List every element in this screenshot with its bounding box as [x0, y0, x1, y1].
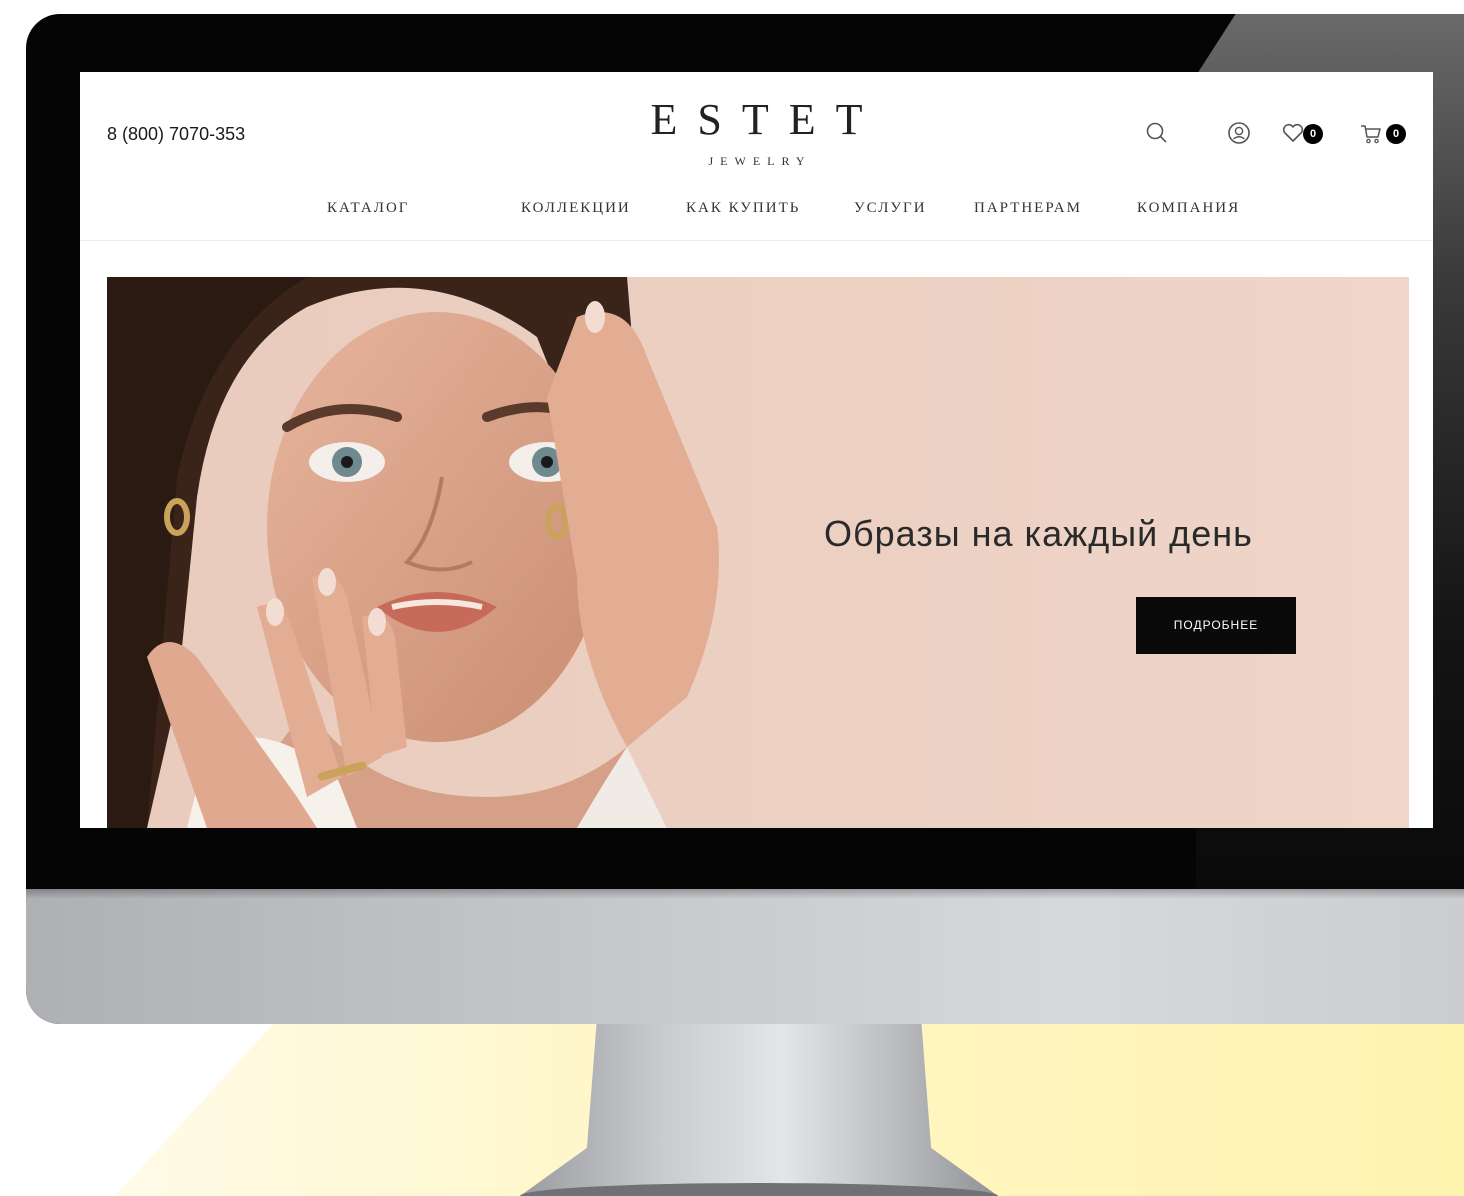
nav-item-partners[interactable]: ПАРТНЕРАМ — [974, 200, 1082, 217]
header-divider — [80, 240, 1433, 241]
search-icon[interactable] — [1144, 120, 1170, 151]
nav-item-how-to-buy[interactable]: КАК КУПИТЬ — [686, 200, 800, 217]
hero-banner[interactable]: Образы на каждый день ПОДРОБНЕЕ — [107, 277, 1409, 828]
heart-icon[interactable] — [1280, 120, 1306, 151]
model-photo — [107, 277, 719, 828]
nav-item-catalog[interactable]: КАТАЛОГ — [327, 200, 409, 217]
main-nav: КАТАЛОГ КОЛЛЕКЦИИ КАК КУПИТЬ УСЛУГИ ПАРТ… — [80, 200, 1433, 230]
monitor-chin — [26, 889, 1464, 1024]
website-screen: 8 (800) 7070-353 ESTET JEWELRY 0 0 КАТАЛ… — [80, 72, 1433, 828]
nav-item-services[interactable]: УСЛУГИ — [854, 200, 927, 217]
nav-item-company[interactable]: КОМПАНИЯ — [1137, 200, 1240, 217]
header-icons: 0 0 — [1144, 120, 1424, 150]
favorites-count-badge: 0 — [1303, 124, 1323, 144]
more-details-button[interactable]: ПОДРОБНЕЕ — [1136, 597, 1296, 654]
banner-headline: Образы на каждый день — [824, 513, 1253, 554]
logo-tagline: JEWELRY — [708, 154, 812, 168]
nav-item-collections[interactable]: КОЛЛЕКЦИИ — [521, 200, 631, 217]
account-icon[interactable] — [1226, 120, 1252, 151]
cart-icon[interactable] — [1358, 120, 1384, 151]
cart-count-badge: 0 — [1386, 124, 1406, 144]
